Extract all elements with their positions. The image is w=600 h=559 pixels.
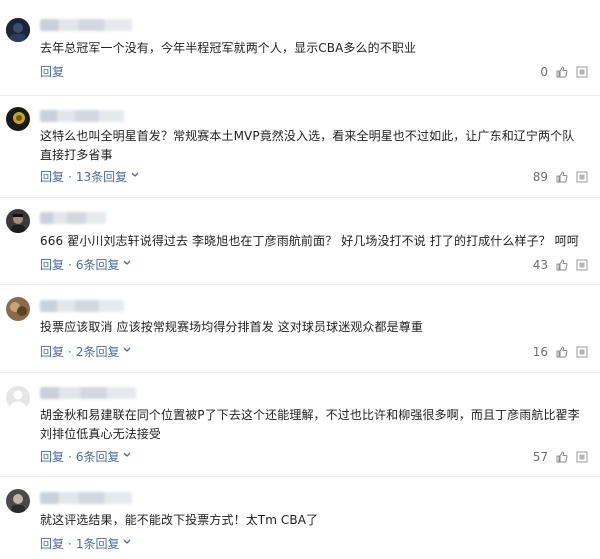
avatar-image bbox=[6, 489, 30, 513]
username-redacted[interactable] bbox=[40, 300, 124, 312]
user-avatar[interactable] bbox=[6, 107, 30, 131]
more-icon[interactable] bbox=[576, 346, 588, 358]
chevron-down-icon[interactable] bbox=[131, 169, 139, 183]
reply-count-link[interactable]: 6条回复 bbox=[76, 258, 120, 272]
comment-text: 投票应该取消 应该按常规赛场均得分排首发 这对球员球迷观众都是尊重 bbox=[40, 320, 423, 334]
separator-dot: · bbox=[68, 537, 72, 551]
reply-count-link[interactable]: 1条回复 bbox=[76, 537, 120, 551]
reply-button[interactable]: 回复 bbox=[40, 450, 64, 464]
username-redacted[interactable] bbox=[40, 387, 136, 399]
chevron-down-icon[interactable] bbox=[123, 449, 131, 463]
reply-button[interactable]: 回复 bbox=[40, 258, 64, 272]
chevron-down-icon[interactable] bbox=[123, 344, 131, 358]
reply-button[interactable]: 回复 bbox=[40, 170, 64, 184]
separator-dot: · bbox=[68, 450, 72, 464]
separator-dot: · bbox=[68, 258, 72, 272]
comment-meta: 回复 · 1条回复 bbox=[40, 537, 131, 551]
like-count: 57 bbox=[532, 450, 548, 464]
comment-text: 就这评选结果，能不能改下投票方式！太Tm CBA了 bbox=[40, 513, 319, 527]
thumbs-up-icon[interactable] bbox=[556, 451, 568, 463]
username-redacted[interactable] bbox=[40, 110, 124, 122]
user-avatar[interactable] bbox=[6, 386, 30, 410]
thumbs-up-icon[interactable] bbox=[556, 259, 568, 271]
comment-text: 胡金秋和易建联在同个位置被P了下去这个还能理解，不过也比许和柳强很多啊，而且丁彦… bbox=[40, 408, 580, 441]
comment-text: 去年总冠军一个没有，今年半程冠军就两个人，显示CBA多么的不职业 bbox=[40, 41, 417, 55]
comment-meta: 回复 · 2条回复 bbox=[40, 345, 131, 359]
thumbs-up-icon[interactable] bbox=[556, 346, 568, 358]
more-icon[interactable] bbox=[576, 259, 588, 271]
like-count: 16 bbox=[532, 345, 548, 359]
username-redacted[interactable] bbox=[40, 492, 132, 504]
reply-count-link[interactable]: 2条回复 bbox=[76, 345, 120, 359]
comment-item: 这特么也叫全明星首发？常规赛本土MVP竟然没入选，看来全明星也不过如此，让广东和… bbox=[0, 95, 600, 198]
comment-list: 去年总冠军一个没有，今年半程冠军就两个人，显示CBA多么的不职业 回复 0 这特… bbox=[0, 0, 600, 559]
comment-text: 这特么也叫全明星首发？常规赛本土MVP竟然没入选，看来全明星也不过如此，让广东和… bbox=[40, 129, 575, 162]
user-avatar[interactable] bbox=[6, 209, 30, 233]
more-icon[interactable] bbox=[576, 451, 588, 463]
like-count: 0 bbox=[540, 65, 548, 79]
comment-meta: 回复 · 13条回复 bbox=[40, 170, 139, 184]
chevron-down-icon[interactable] bbox=[123, 257, 131, 271]
comment-meta: 回复 bbox=[40, 65, 64, 79]
username-redacted[interactable] bbox=[40, 19, 132, 31]
like-count: 43 bbox=[532, 258, 548, 272]
comment-item: 投票应该取消 应该按常规赛场均得分排首发 这对球员球迷观众都是尊重 回复 · 2… bbox=[0, 284, 600, 373]
reply-count-link[interactable]: 6条回复 bbox=[76, 450, 120, 464]
avatar-image bbox=[6, 297, 30, 321]
separator-dot: · bbox=[68, 170, 72, 184]
more-icon[interactable] bbox=[576, 66, 588, 78]
separator-dot: · bbox=[68, 345, 72, 359]
comment-item: 就这评选结果，能不能改下投票方式！太Tm CBA了 回复 · 1条回复 bbox=[0, 476, 600, 559]
user-avatar[interactable] bbox=[6, 489, 30, 513]
comment-meta: 回复 · 6条回复 bbox=[40, 450, 131, 464]
comment-actions: 57 bbox=[533, 450, 588, 464]
reply-button[interactable]: 回复 bbox=[40, 345, 64, 359]
comment-actions: 16 bbox=[533, 345, 588, 359]
user-avatar[interactable] bbox=[6, 18, 30, 42]
avatar-image bbox=[6, 107, 30, 131]
comment-item: 666 翟小川刘志轩说得过去 李晓旭也在丁彦雨航前面？ 好几场没打不说 打了的打… bbox=[0, 197, 600, 285]
comment-actions: 89 bbox=[533, 170, 588, 184]
comment-meta: 回复 · 6条回复 bbox=[40, 258, 131, 272]
avatar-image bbox=[6, 209, 30, 233]
more-icon[interactable] bbox=[576, 171, 588, 183]
thumbs-up-icon[interactable] bbox=[556, 171, 568, 183]
user-avatar[interactable] bbox=[6, 297, 30, 321]
comment-actions: 0 bbox=[534, 65, 588, 79]
like-count: 89 bbox=[532, 170, 548, 184]
thumbs-up-icon[interactable] bbox=[556, 66, 568, 78]
comment-text: 666 翟小川刘志轩说得过去 李晓旭也在丁彦雨航前面？ 好几场没打不说 打了的打… bbox=[40, 234, 579, 248]
comment-item: 去年总冠军一个没有，今年半程冠军就两个人，显示CBA多么的不职业 回复 0 bbox=[0, 0, 600, 96]
avatar-image bbox=[6, 18, 30, 42]
comment-item: 胡金秋和易建联在同个位置被P了下去这个还能理解，不过也比许和柳强很多啊，而且丁彦… bbox=[0, 372, 600, 477]
comment-actions: 43 bbox=[533, 258, 588, 272]
default-avatar-icon bbox=[6, 386, 30, 410]
username-redacted[interactable] bbox=[40, 212, 106, 224]
reply-button[interactable]: 回复 bbox=[40, 65, 64, 79]
reply-count-link[interactable]: 13条回复 bbox=[76, 170, 127, 184]
chevron-down-icon[interactable] bbox=[123, 536, 131, 550]
reply-button[interactable]: 回复 bbox=[40, 537, 64, 551]
